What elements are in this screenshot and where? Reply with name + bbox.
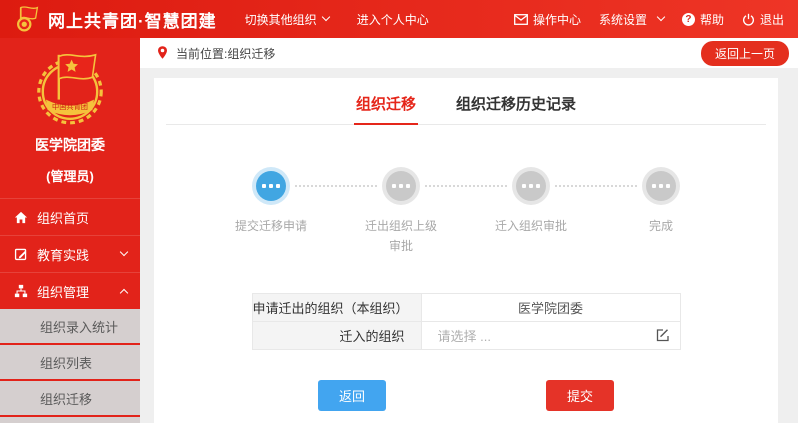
svg-text:中国共青团: 中国共青团	[52, 102, 88, 111]
app-title: 网上共青团·智慧团建	[48, 7, 217, 32]
back-page-button[interactable]: 返回上一页	[701, 41, 789, 66]
form-actions: 返回 提交	[154, 380, 778, 411]
edit-square-icon	[14, 247, 28, 261]
sidebar-item-org-transfer[interactable]: 组织迁移	[0, 381, 140, 415]
return-button[interactable]: 返回	[318, 380, 386, 411]
location-pin-icon	[156, 45, 169, 62]
submit-button[interactable]: 提交	[546, 380, 614, 411]
chevron-down-icon	[321, 13, 329, 21]
org-role: (管理员)	[0, 166, 140, 185]
league-logo-icon	[12, 4, 40, 34]
tab-org-transfer[interactable]: 组织迁移	[354, 78, 418, 125]
tabs-bar: 组织迁移 组织迁移历史记录	[166, 78, 766, 125]
sidebar-item-benchmark-rating[interactable]: 对标定级	[0, 417, 140, 423]
outgoing-org-value: 医学院团委	[421, 293, 680, 321]
incoming-org-select-field[interactable]: 请选择 ...	[422, 329, 491, 344]
step-progress: 提交迁移申请 迁出组织上级审批 迁入组织审批	[154, 171, 778, 257]
league-emblem-icon: 中国共青团	[30, 50, 110, 126]
ellipsis-icon	[391, 184, 412, 188]
ellipsis-icon	[261, 184, 282, 188]
breadcrumb: 当前位置:组织迁移 返回上一页	[140, 38, 798, 68]
table-row: 迁入的组织 请选择 ...	[252, 321, 680, 349]
sidebar-item-label: 组织管理	[37, 282, 106, 301]
sidebar-item-label: 组织首页	[37, 208, 127, 227]
sidebar: 中国共青团 医学院团委 (管理员) 组织首页 教育实践	[0, 38, 140, 423]
mail-icon	[514, 14, 528, 25]
switch-org-label: 切换其他组织	[245, 11, 317, 28]
question-icon: ?	[682, 13, 695, 26]
logout-label: 退出	[760, 11, 784, 28]
transfer-form-table: 申请迁出的组织（本组织） 医学院团委 迁入的组织 请选择 ...	[252, 293, 681, 350]
breadcrumb-label: 当前位置:组织迁移	[176, 45, 275, 62]
system-settings-button[interactable]: 系统设置	[599, 11, 664, 28]
brand: 网上共青团·智慧团建	[12, 4, 245, 34]
sidebar-item-education-practice[interactable]: 教育实践	[0, 235, 140, 272]
power-icon	[742, 13, 755, 26]
step-circle-icon	[256, 171, 286, 201]
tab-org-transfer-history[interactable]: 组织迁移历史记录	[454, 78, 578, 124]
sidebar-item-org-home[interactable]: 组织首页	[0, 198, 140, 235]
step-label: 完成	[649, 216, 673, 236]
sidebar-org-info: 中国共青团 医学院团委 (管理员)	[0, 38, 140, 185]
step-label: 提交迁移申请	[235, 216, 307, 236]
chevron-down-icon	[120, 248, 128, 256]
sidebar-item-label: 教育实践	[37, 245, 106, 264]
content-card: 组织迁移 组织迁移历史记录 提交迁移申请 迁出组织上级审批	[154, 78, 778, 423]
incoming-org-label: 迁入的组织	[252, 321, 421, 349]
outgoing-org-label: 申请迁出的组织（本组织）	[252, 293, 421, 321]
top-nav: 切换其他组织 进入个人中心	[245, 11, 429, 28]
step-label: 迁入组织审批	[495, 216, 567, 236]
ellipsis-icon	[651, 184, 672, 188]
step-circle-icon	[646, 171, 676, 201]
top-header: 网上共青团·智慧团建 切换其他组织 进入个人中心 操作中心 系统设置 ? 帮助	[0, 0, 798, 38]
step-outgoing-superior-approval: 迁出组织上级审批	[336, 171, 466, 257]
help-label: 帮助	[700, 11, 724, 28]
step-submit-application: 提交迁移申请	[206, 171, 336, 257]
switch-org-button[interactable]: 切换其他组织	[245, 11, 329, 28]
step-label: 迁出组织上级审批	[362, 216, 440, 257]
step-circle-icon	[386, 171, 416, 201]
sidebar-menu: 组织首页 教育实践 组织管理	[0, 198, 140, 423]
operation-center-button[interactable]: 操作中心	[514, 11, 581, 28]
ellipsis-icon	[521, 184, 542, 188]
logout-button[interactable]: 退出	[742, 11, 784, 28]
sidebar-submenu: 组织录入统计 组织列表 组织迁移 对标定级	[0, 309, 140, 423]
home-icon	[14, 211, 28, 224]
step-incoming-approval: 迁入组织审批	[466, 171, 596, 257]
step-complete: 完成	[596, 171, 726, 257]
edit-icon[interactable]	[655, 327, 671, 343]
operation-center-label: 操作中心	[533, 11, 581, 28]
system-settings-label: 系统设置	[599, 11, 647, 28]
personal-center-button[interactable]: 进入个人中心	[357, 11, 429, 28]
org-name: 医学院团委	[0, 135, 140, 155]
help-button[interactable]: ? 帮助	[682, 11, 724, 28]
header-right-nav: 操作中心 系统设置 ? 帮助 退出	[514, 11, 784, 28]
table-row: 申请迁出的组织（本组织） 医学院团委	[252, 293, 680, 321]
main-area: 当前位置:组织迁移 返回上一页 组织迁移 组织迁移历史记录 提交迁移申请	[140, 38, 798, 423]
step-circle-icon	[516, 171, 546, 201]
sidebar-item-org-management[interactable]: 组织管理	[0, 272, 140, 309]
sidebar-item-org-list[interactable]: 组织列表	[0, 345, 140, 379]
chevron-up-icon	[120, 289, 128, 297]
chevron-down-icon	[657, 13, 665, 21]
org-chart-icon	[14, 284, 28, 298]
sidebar-item-org-entry-stats[interactable]: 组织录入统计	[0, 309, 140, 343]
incoming-org-cell: 请选择 ...	[421, 321, 680, 349]
